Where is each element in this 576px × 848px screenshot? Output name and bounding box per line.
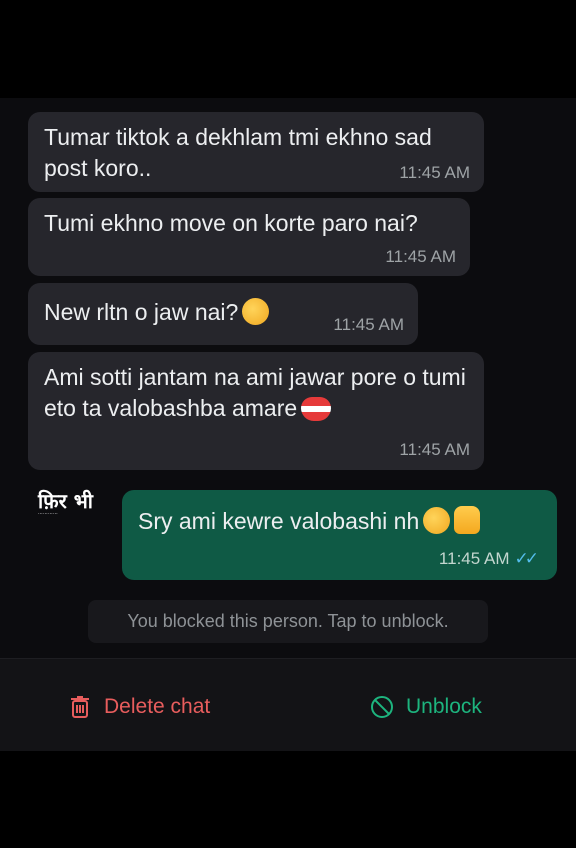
relieved-face-emoji — [423, 507, 451, 534]
block-icon — [371, 696, 393, 718]
mending-heart-emoji — [301, 397, 332, 421]
message-time: 11:45 AM ✓✓ — [438, 543, 539, 574]
blocked-notice[interactable]: You blocked this person. Tap to unblock. — [88, 600, 488, 643]
incoming-message[interactable]: Tumi ekhno move on korte paro nai? 11:45… — [28, 198, 470, 276]
message-text: Ami sotti jantam na ami jawar pore o tum… — [44, 364, 466, 421]
message-text: Tumi ekhno move on korte paro nai? — [44, 210, 418, 236]
action-bar: Delete chat Unblock — [0, 658, 576, 751]
delete-chat-button[interactable]: Delete chat — [68, 695, 210, 719]
message-text: Sry ami kewre valobashi nh — [138, 508, 420, 534]
trash-icon — [71, 696, 89, 718]
delete-chat-label: Delete chat — [104, 695, 211, 718]
message-time-text: 11:45 AM — [438, 549, 510, 568]
incoming-message[interactable]: Tumar tiktok a dekhlam tmi ekhno sad pos… — [28, 112, 484, 192]
thumbs-up-emoji — [454, 506, 481, 534]
message-time: 11:45 AM — [399, 163, 470, 182]
incoming-message[interactable]: New rltn o jaw nai? 11:45 AM — [28, 283, 418, 345]
message-text: New rltn o jaw nai? — [44, 299, 239, 325]
unblock-label: Unblock — [406, 695, 482, 718]
watermark-subtitle: ⋯⋯⋯⋯ — [38, 511, 58, 517]
incoming-message[interactable]: Ami sotti jantam na ami jawar pore o tum… — [28, 352, 484, 470]
hugging-face-emoji — [242, 298, 270, 325]
watermark-logo: फ़िर भी — [38, 489, 93, 513]
outgoing-message[interactable]: Sry ami kewre valobashi nh 11:45 AM ✓✓ — [122, 490, 557, 580]
message-time: 11:45 AM — [333, 315, 404, 334]
message-time: 11:45 AM — [385, 247, 456, 266]
message-time: 11:45 AM — [399, 440, 470, 459]
unblock-button[interactable]: Unblock — [370, 695, 482, 719]
message-text: Tumar tiktok a dekhlam tmi ekhno sad pos… — [44, 124, 432, 181]
double-check-icon: ✓✓ — [514, 549, 539, 568]
